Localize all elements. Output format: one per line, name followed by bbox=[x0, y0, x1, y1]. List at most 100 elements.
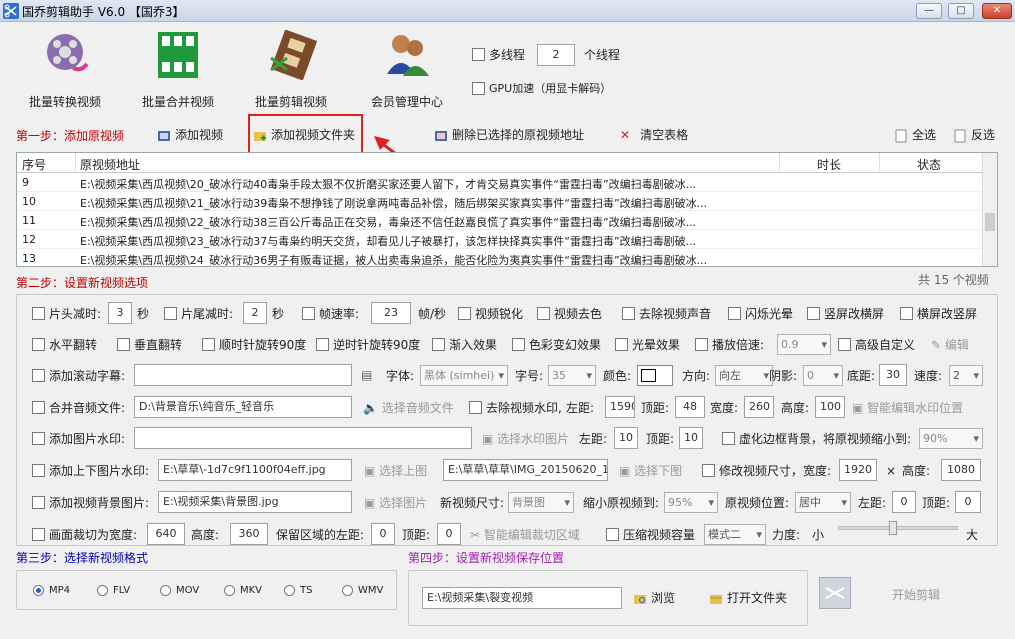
vflip-checkbox[interactable] bbox=[117, 338, 130, 351]
compress-option[interactable]: 压缩视频容量 bbox=[606, 527, 695, 543]
wm-height-input[interactable]: 100 bbox=[815, 396, 845, 418]
img-top-input[interactable]: 10 bbox=[679, 427, 703, 449]
crop-width-input[interactable]: 640 bbox=[147, 523, 185, 545]
compress-checkbox[interactable] bbox=[606, 528, 619, 541]
speed2-select[interactable]: 2 bbox=[949, 365, 983, 386]
radio-mov[interactable] bbox=[160, 584, 171, 596]
smart-wm-button[interactable]: ▣ 智能编辑水印位置 bbox=[852, 400, 963, 416]
hd-custom-checkbox[interactable] bbox=[838, 338, 851, 351]
format-ts[interactable]: TS bbox=[284, 583, 312, 599]
close-button[interactable]: ✕ bbox=[982, 3, 1012, 19]
shrink-select[interactable]: 95% bbox=[664, 492, 718, 513]
crop-option[interactable]: 画面裁切为宽度: bbox=[32, 527, 137, 543]
strength-slider[interactable] bbox=[838, 521, 958, 535]
browse-button[interactable]: 浏览 bbox=[633, 590, 675, 606]
audio-path-input[interactable]: D:\背景音乐\纯音乐_轻音乐 bbox=[134, 396, 352, 418]
wm-left-input[interactable]: 1590 bbox=[605, 396, 635, 418]
remove-wm-checkbox[interactable] bbox=[469, 401, 482, 414]
blur-bg-checkbox[interactable] bbox=[722, 432, 735, 445]
left2-input[interactable]: 0 bbox=[892, 491, 916, 513]
cw90-checkbox[interactable] bbox=[202, 338, 215, 351]
colorfx-option[interactable]: 色彩变幻效果 bbox=[512, 337, 601, 353]
thread-count-input[interactable]: 2 bbox=[537, 44, 575, 66]
choose-wm-img-button[interactable]: ▣ 选择水印图片 bbox=[482, 431, 569, 447]
merge-audio-option[interactable]: 合并音频文件: bbox=[32, 400, 125, 416]
multithread-option[interactable]: 多线程 bbox=[472, 47, 525, 63]
delete-selected-button[interactable]: 删除已选择的原视频地址 bbox=[434, 127, 584, 143]
member-center-button[interactable]: 会员管理中心 bbox=[352, 30, 462, 110]
top-img-input[interactable]: E:\草草\-1d7c9f1100f04eff.jpg bbox=[158, 459, 352, 481]
table-row[interactable]: 10 E:\视频采集\西瓜视频\21_破冰行动39毒枭不想挣钱了刚说拿两吨毒品补偿… bbox=[17, 192, 997, 211]
batch-edit-button[interactable]: 批量剪辑视频 bbox=[236, 29, 346, 110]
radio-mp4[interactable] bbox=[33, 584, 44, 596]
blur-select[interactable]: 90% bbox=[919, 428, 983, 449]
minimize-button[interactable]: — bbox=[916, 3, 942, 19]
head-cut-option[interactable]: 片头减时: bbox=[32, 306, 101, 322]
head-cut-input[interactable]: 3 bbox=[108, 302, 132, 324]
img-wm-option[interactable]: 添加图片水印: bbox=[32, 431, 125, 447]
smart-crop-button[interactable]: ✂ 智能编辑裁切区域 bbox=[470, 527, 580, 543]
save-path-input[interactable]: E:\视频采集\裂变视频 bbox=[422, 587, 622, 609]
radio-flv[interactable] bbox=[97, 584, 108, 596]
orig-pos-select[interactable]: 居中 bbox=[795, 492, 851, 513]
bg-img-option[interactable]: 添加视频背景图片: bbox=[32, 495, 149, 511]
bottom-input[interactable]: 30 bbox=[879, 364, 907, 386]
scrollbar-thumb[interactable] bbox=[985, 213, 995, 231]
ccw90-option[interactable]: 逆时针旋转90度 bbox=[316, 337, 420, 353]
add-folder-button[interactable]: 添加视频文件夹 bbox=[253, 127, 355, 143]
lightfx-option[interactable]: 光晕效果 bbox=[615, 337, 680, 353]
compress-mode-select[interactable]: 模式二 bbox=[704, 524, 766, 545]
speed-select[interactable]: 0.9 bbox=[777, 334, 831, 355]
table-row[interactable]: 12 E:\视频采集\西瓜视频\23_破冰行动37与毒枭约明天交货，却看见儿子被暴… bbox=[17, 230, 997, 249]
img-left-input[interactable]: 10 bbox=[614, 427, 638, 449]
choose-img-button[interactable]: ▣ 选择图片 bbox=[364, 495, 427, 511]
crop-height-input[interactable]: 360 bbox=[230, 523, 268, 545]
radio-mkv[interactable] bbox=[224, 584, 235, 596]
wm-width-input[interactable]: 260 bbox=[744, 396, 774, 418]
gpu-option[interactable]: GPU加速（用显卡解码） bbox=[472, 81, 611, 97]
hd-custom-option[interactable]: 高级自定义 bbox=[838, 337, 915, 353]
keep-top-input[interactable]: 0 bbox=[437, 523, 461, 545]
v2h-checkbox[interactable] bbox=[807, 307, 820, 320]
colorfx-checkbox[interactable] bbox=[512, 338, 525, 351]
tb-img-option[interactable]: 添加上下图片水印: bbox=[32, 463, 149, 479]
table-row[interactable]: 9 E:\视频采集\西瓜视频\20_破冰行动40毒枭手段太狠不仅折磨买家还要人留下… bbox=[17, 173, 997, 192]
h2v-checkbox[interactable] bbox=[900, 307, 913, 320]
mute-option[interactable]: 去除视频声音 bbox=[622, 306, 711, 322]
fps-checkbox[interactable] bbox=[302, 307, 315, 320]
select-all-button[interactable]: 全选 bbox=[894, 127, 936, 143]
radio-ts[interactable] bbox=[284, 584, 295, 596]
fadein-option[interactable]: 渐入效果 bbox=[432, 337, 497, 353]
fontsize-select[interactable]: 35 bbox=[548, 365, 596, 386]
video-table[interactable]: 序号 原视频地址 时长 状态 9 E:\视频采集\西瓜视频\20_破冰行动40毒枭… bbox=[16, 152, 998, 267]
hflip-checkbox[interactable] bbox=[32, 338, 45, 351]
choose-bottom-button[interactable]: ▣ 选择下图 bbox=[619, 463, 682, 479]
edit-button[interactable]: ✎ 编辑 bbox=[931, 337, 969, 353]
hflip-option[interactable]: 水平翻转 bbox=[32, 337, 97, 353]
fps-input[interactable]: 23 bbox=[371, 302, 411, 324]
format-wmv[interactable]: WMV bbox=[342, 583, 383, 599]
format-mp4[interactable]: MP4 bbox=[33, 583, 70, 599]
add-video-button[interactable]: 添加视频 bbox=[157, 127, 223, 143]
batch-merge-button[interactable]: 批量合并视频 bbox=[123, 30, 233, 110]
direction-select[interactable]: 向左 bbox=[715, 365, 773, 386]
head-cut-checkbox[interactable] bbox=[32, 307, 45, 320]
open-folder-button[interactable]: 打开文件夹 bbox=[709, 590, 787, 606]
img-wm-input[interactable] bbox=[134, 427, 472, 449]
sharpen-option[interactable]: 视频锐化 bbox=[458, 306, 523, 322]
cw90-option[interactable]: 顺时针旋转90度 bbox=[202, 337, 306, 353]
resize-height-input[interactable]: 1080 bbox=[941, 459, 981, 481]
lightfx-checkbox[interactable] bbox=[615, 338, 628, 351]
choose-top-button[interactable]: ▣ 选择上图 bbox=[364, 463, 427, 479]
tb-img-checkbox[interactable] bbox=[32, 464, 45, 477]
resize-option[interactable]: 修改视频尺寸，宽度: bbox=[702, 463, 831, 479]
fps-option[interactable]: 帧速率: bbox=[302, 306, 359, 322]
start-edit-button[interactable]: 开始剪辑 bbox=[892, 587, 940, 603]
denoise-checkbox[interactable] bbox=[537, 307, 550, 320]
speed-checkbox[interactable] bbox=[695, 338, 708, 351]
scroll-sub-input[interactable] bbox=[134, 364, 352, 386]
color-picker[interactable] bbox=[637, 365, 673, 386]
wm-top-input[interactable]: 48 bbox=[675, 396, 705, 418]
resize-width-input[interactable]: 1920 bbox=[839, 459, 877, 481]
h2v-option[interactable]: 横屏改竖屏 bbox=[900, 306, 977, 322]
